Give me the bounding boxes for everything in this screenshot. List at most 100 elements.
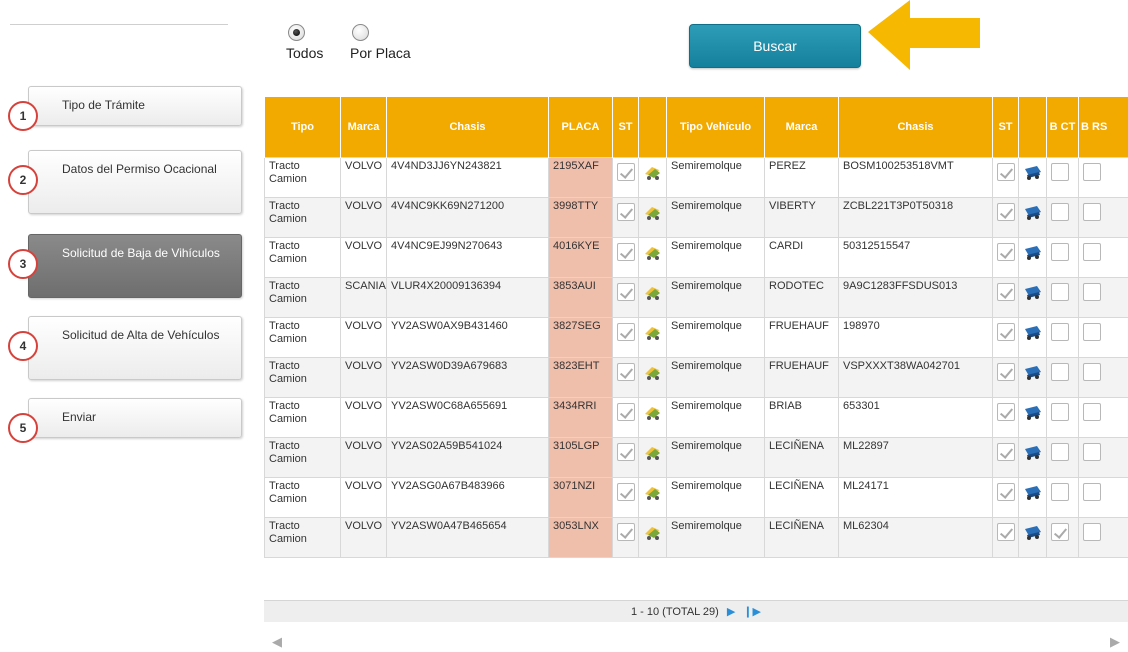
radio-todos[interactable]: Todos <box>286 24 323 61</box>
st-checkbox[interactable] <box>617 282 635 301</box>
col-header[interactable]: Marca <box>340 97 387 157</box>
st2-checkbox[interactable] <box>997 442 1015 461</box>
scroll-right-icon[interactable]: ▶ <box>1110 634 1120 650</box>
st2-checkbox[interactable] <box>997 202 1015 221</box>
col-header[interactable]: PLACA <box>548 97 613 157</box>
trailer-icon[interactable] <box>1023 323 1043 341</box>
col-header[interactable]: Tipo Vehículo <box>666 97 765 157</box>
table-row[interactable]: Tracto Camion SCANIA VLUR4X20009136394 3853… <box>264 276 1128 318</box>
st2-checkbox[interactable] <box>997 522 1015 541</box>
st-checkbox[interactable] <box>617 402 635 421</box>
col-header[interactable]: ST <box>992 97 1019 157</box>
st-checkbox[interactable] <box>617 442 635 461</box>
st-checkbox[interactable] <box>617 362 635 381</box>
scroll-left-icon[interactable]: ◀ <box>272 634 282 650</box>
truck-icon[interactable] <box>643 403 663 421</box>
st2-checkbox[interactable] <box>997 482 1015 501</box>
cell-chasis: VLUR4X20009136394 <box>386 276 549 318</box>
table-row[interactable]: Tracto Camion VOLVO YV2ASW0D39A679683 3823E… <box>264 356 1128 398</box>
col-header[interactable]: Tipo <box>264 97 341 157</box>
bct-checkbox[interactable] <box>1051 442 1069 461</box>
truck-icon[interactable] <box>643 323 663 341</box>
col-header[interactable]: B CT <box>1046 97 1079 157</box>
truck-icon[interactable] <box>643 363 663 381</box>
brs-checkbox[interactable] <box>1083 442 1101 461</box>
step-solicitud-baja[interactable]: Solicitud de Baja de Vihículos <box>28 234 242 298</box>
st-checkbox[interactable] <box>617 322 635 341</box>
bct-checkbox[interactable] <box>1051 362 1069 381</box>
step-datos-permiso[interactable]: Datos del Permiso Ocacional <box>28 150 242 214</box>
table-row[interactable]: Tracto Camion VOLVO 4V4NC9KK69N271200 3998T… <box>264 196 1128 238</box>
col-header[interactable] <box>638 97 667 157</box>
trailer-icon[interactable] <box>1023 363 1043 381</box>
st2-checkbox[interactable] <box>997 322 1015 341</box>
bct-checkbox[interactable] <box>1051 202 1069 221</box>
st2-checkbox[interactable] <box>997 402 1015 421</box>
truck-icon[interactable] <box>643 443 663 461</box>
st-checkbox[interactable] <box>617 242 635 261</box>
st2-checkbox[interactable] <box>997 242 1015 261</box>
st-checkbox[interactable] <box>617 522 635 541</box>
trailer-icon[interactable] <box>1023 163 1043 181</box>
brs-checkbox[interactable] <box>1083 162 1101 181</box>
col-header[interactable]: ST <box>612 97 639 157</box>
col-header[interactable]: Chasis <box>838 97 993 157</box>
step-solicitud-alta[interactable]: Solicitud de Alta de Vehículos <box>28 316 242 380</box>
table-row[interactable]: Tracto Camion VOLVO 4V4NC9EJ99N270643 4016K… <box>264 236 1128 278</box>
col-header[interactable]: Marca <box>764 97 839 157</box>
truck-icon[interactable] <box>643 163 663 181</box>
bct-checkbox[interactable] <box>1051 282 1069 301</box>
brs-checkbox[interactable] <box>1083 522 1101 541</box>
col-header[interactable]: B RS <box>1078 97 1128 157</box>
radio-por-placa-circle[interactable] <box>352 24 369 41</box>
cell-bct <box>1046 196 1079 238</box>
trailer-icon[interactable] <box>1023 443 1043 461</box>
bct-checkbox[interactable] <box>1051 522 1069 541</box>
col-header[interactable] <box>1018 97 1047 157</box>
bct-checkbox[interactable] <box>1051 482 1069 501</box>
trailer-icon[interactable] <box>1023 283 1043 301</box>
table-row[interactable]: Tracto Camion VOLVO YV2ASG0A67B483966 3071N… <box>264 476 1128 518</box>
bct-checkbox[interactable] <box>1051 162 1069 181</box>
truck-icon[interactable] <box>643 483 663 501</box>
st2-checkbox[interactable] <box>997 162 1015 181</box>
truck-icon[interactable] <box>643 243 663 261</box>
truck-icon[interactable] <box>643 203 663 221</box>
st2-checkbox[interactable] <box>997 282 1015 301</box>
brs-checkbox[interactable] <box>1083 322 1101 341</box>
brs-checkbox[interactable] <box>1083 242 1101 261</box>
step-enviar[interactable]: Enviar <box>28 398 242 438</box>
st-checkbox[interactable] <box>617 162 635 181</box>
truck-icon[interactable] <box>643 283 663 301</box>
table-row[interactable]: Tracto Camion VOLVO YV2ASW0C68A655691 3434R… <box>264 396 1128 438</box>
brs-checkbox[interactable] <box>1083 202 1101 221</box>
table-row[interactable]: Tracto Camion VOLVO YV2ASW0A47B465654 3053L… <box>264 516 1128 558</box>
st-checkbox[interactable] <box>617 202 635 221</box>
trailer-icon[interactable] <box>1023 523 1043 541</box>
brs-checkbox[interactable] <box>1083 282 1101 301</box>
bct-checkbox[interactable] <box>1051 402 1069 421</box>
next-page-icon[interactable]: ▶ <box>727 605 735 618</box>
bct-checkbox[interactable] <box>1051 322 1069 341</box>
brs-checkbox[interactable] <box>1083 482 1101 501</box>
horizontal-scrollbar[interactable]: ◀ ▶ <box>264 630 1128 652</box>
table-row[interactable]: Tracto Camion VOLVO YV2AS02A59B541024 3105L… <box>264 436 1128 478</box>
bct-checkbox[interactable] <box>1051 242 1069 261</box>
table-row[interactable]: Tracto Camion VOLVO 4V4ND3JJ6YN243821 2195X… <box>264 156 1128 198</box>
trailer-icon[interactable] <box>1023 203 1043 221</box>
last-page-icon[interactable]: ❙▶ <box>743 605 761 618</box>
trailer-icon[interactable] <box>1023 403 1043 421</box>
search-button[interactable]: Buscar <box>689 24 861 68</box>
table-row[interactable]: Tracto Camion VOLVO YV2ASW0AX9B431460 3827S… <box>264 316 1128 358</box>
brs-checkbox[interactable] <box>1083 402 1101 421</box>
st-checkbox[interactable] <box>617 482 635 501</box>
trailer-icon[interactable] <box>1023 483 1043 501</box>
trailer-icon[interactable] <box>1023 243 1043 261</box>
radio-por-placa[interactable]: Por Placa <box>350 24 411 61</box>
step-tipo-tramite[interactable]: Tipo de Trámite <box>28 86 242 126</box>
radio-todos-circle[interactable] <box>288 24 305 41</box>
st2-checkbox[interactable] <box>997 362 1015 381</box>
brs-checkbox[interactable] <box>1083 362 1101 381</box>
col-header[interactable]: Chasis <box>386 97 549 157</box>
truck-icon[interactable] <box>643 523 663 541</box>
